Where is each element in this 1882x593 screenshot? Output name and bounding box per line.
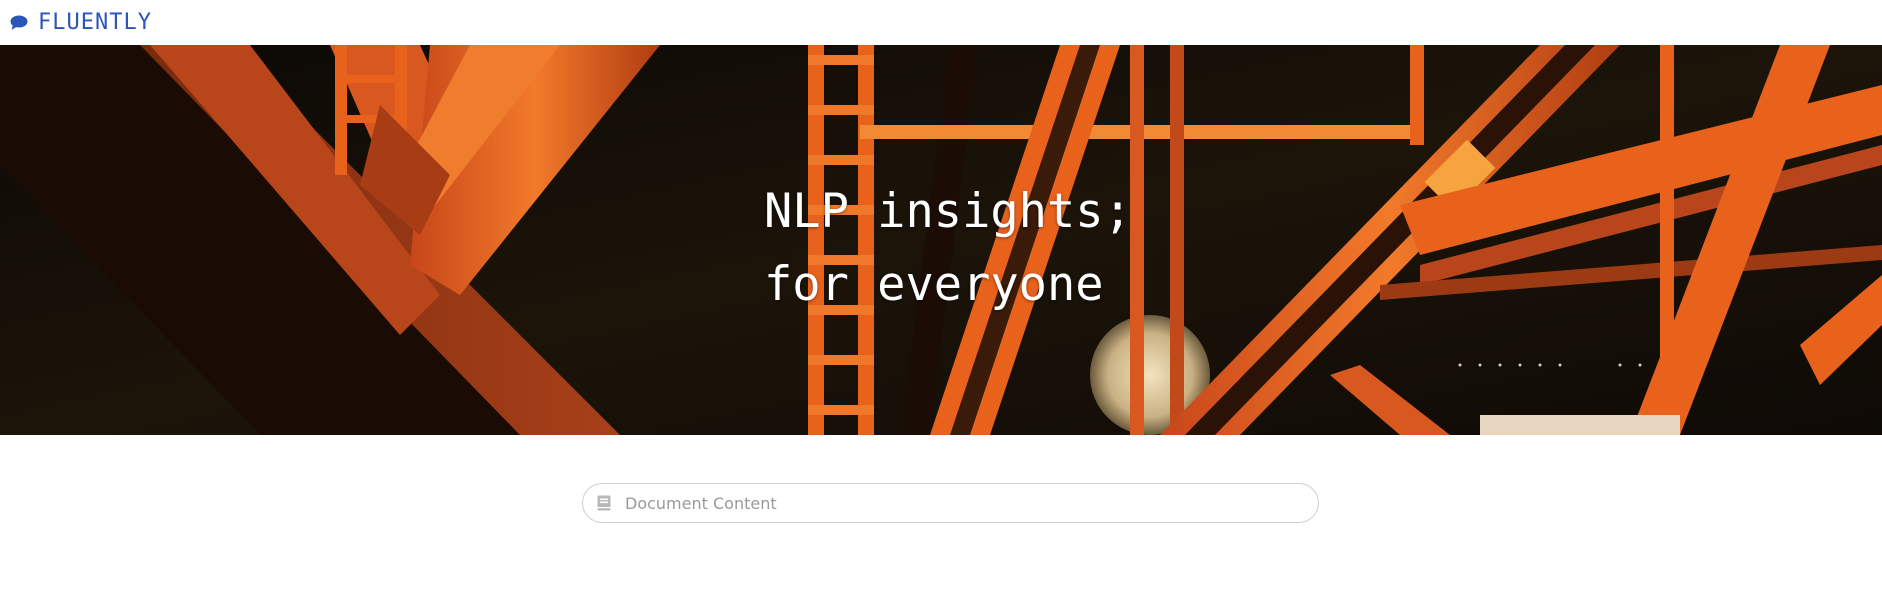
hero-line-1: NLP insights; [764,184,1132,239]
hero-headline: NLP insights; for everyone [764,175,1132,321]
document-content-input[interactable] [623,485,1318,521]
hero-banner: NLP insights; for everyone [0,45,1882,435]
brand-link[interactable]: FLUENTLY [10,10,152,35]
hero-line-2: for everyone [764,257,1104,312]
book-icon [597,495,611,511]
navbar: FLUENTLY [0,0,1882,45]
document-content-search[interactable] [582,483,1319,523]
brand-name: FLUENTLY [38,10,152,35]
comment-icon [10,15,28,30]
